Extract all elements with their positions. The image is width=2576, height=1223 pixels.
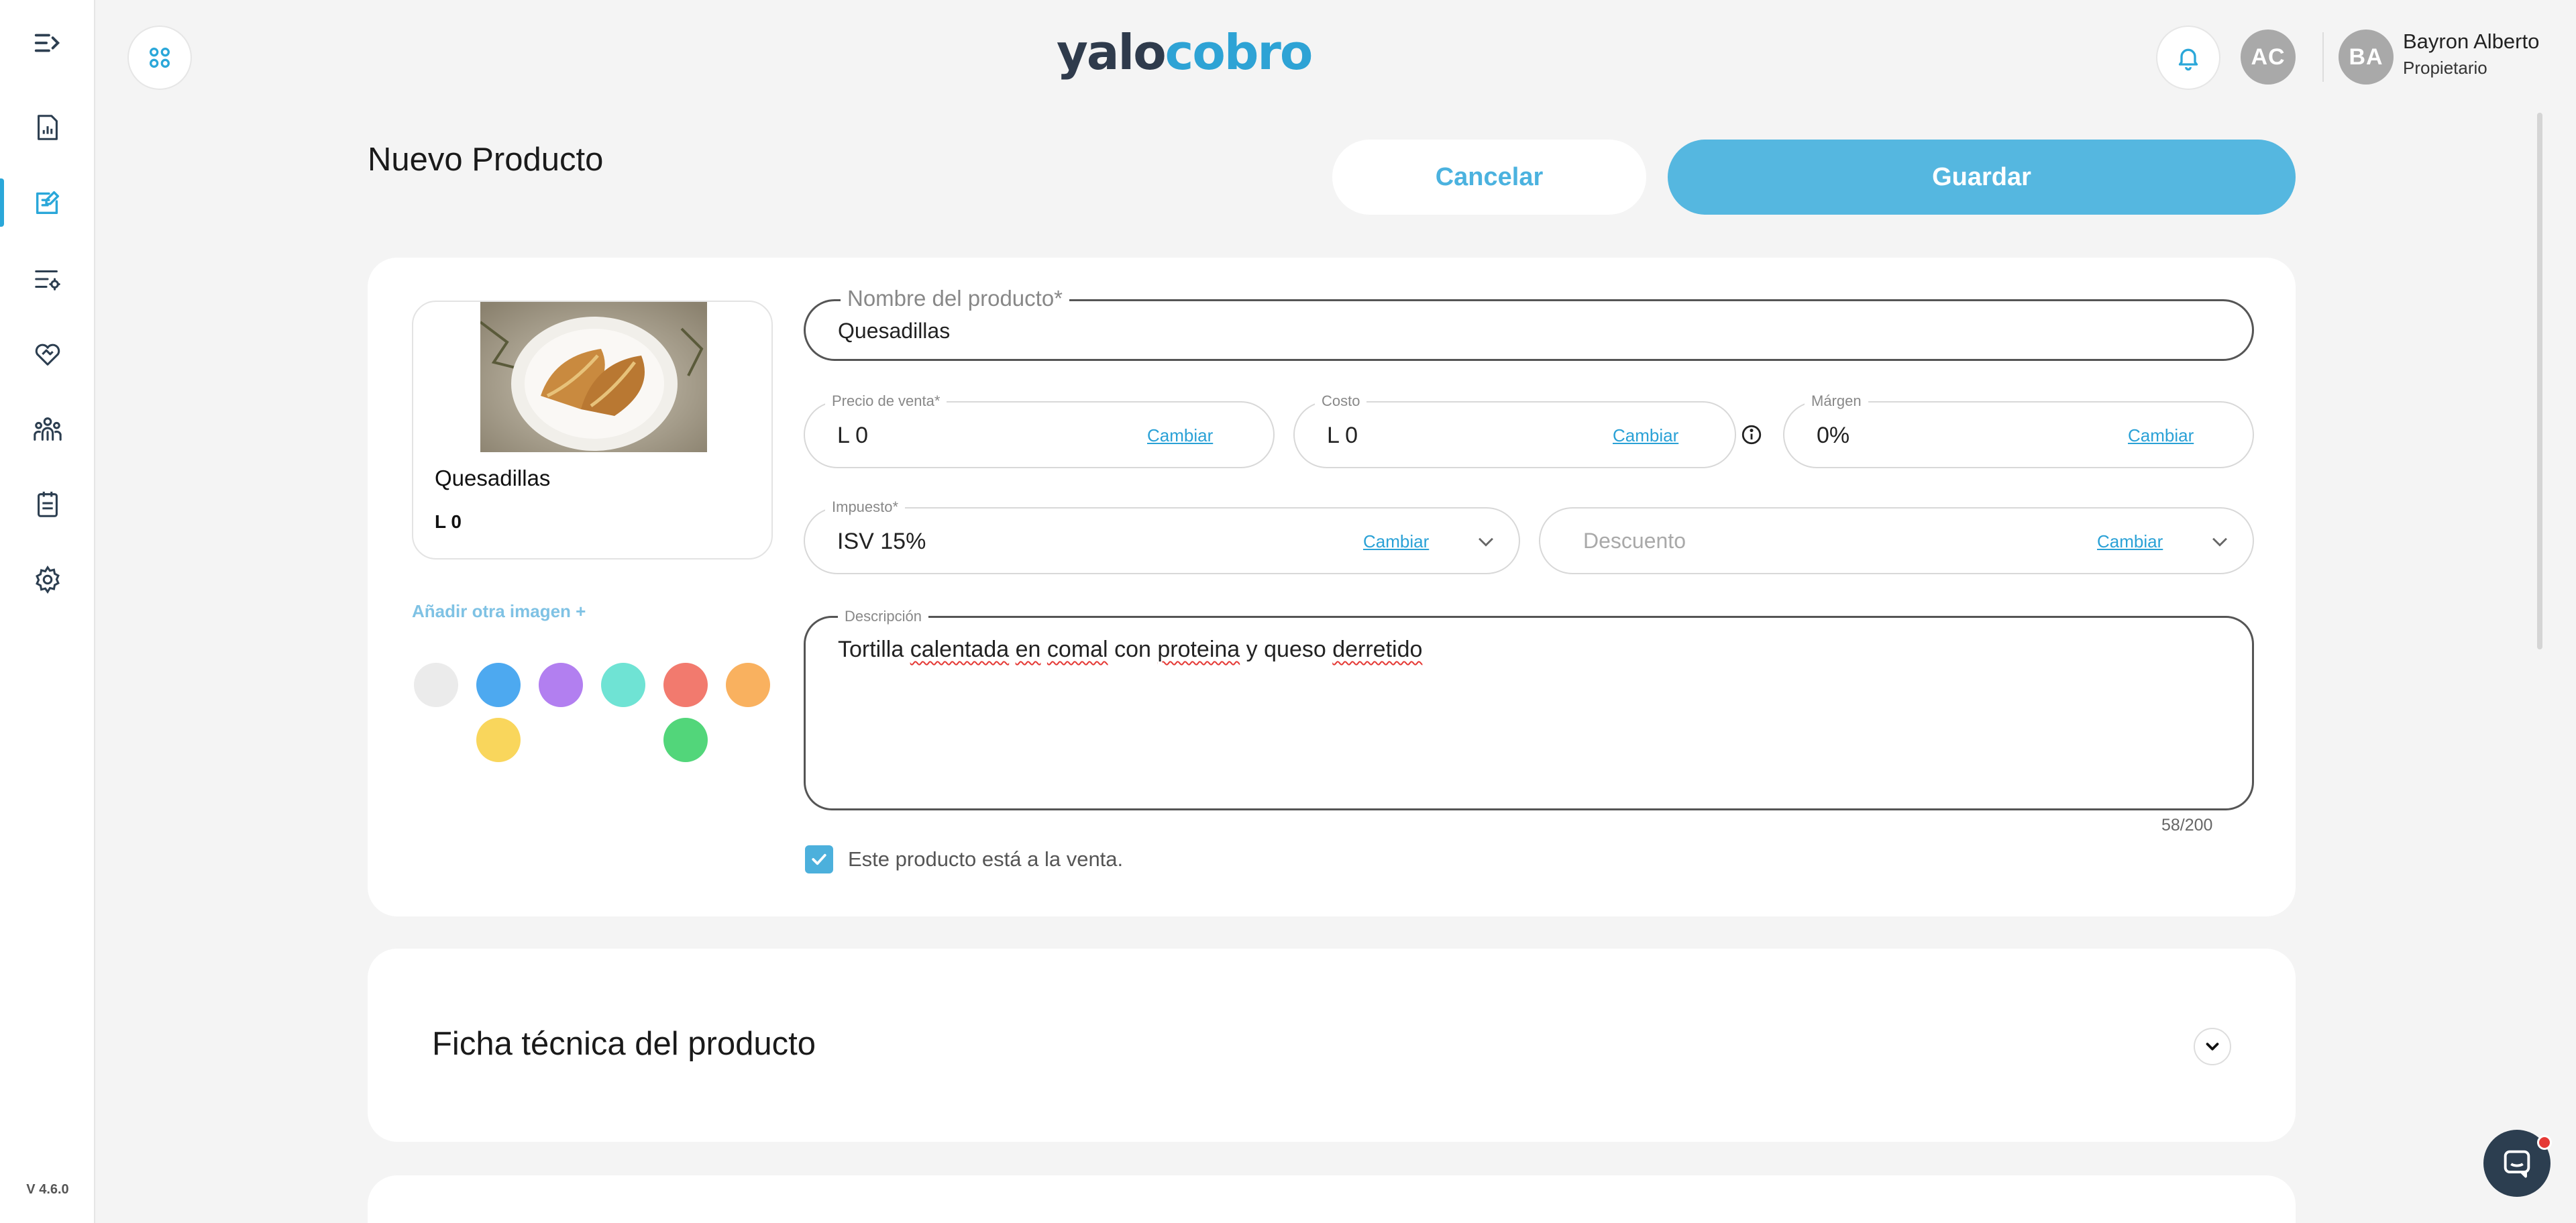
chat-icon: [2504, 1150, 2530, 1178]
color-swatch[interactable]: [726, 663, 770, 707]
color-swatch[interactable]: [601, 663, 645, 707]
sidebar-item-settings[interactable]: [0, 553, 95, 606]
sidebar: V 4.6.0: [0, 0, 95, 1223]
sale-price-change-link[interactable]: Cambiar: [1147, 425, 1213, 446]
sidebar-item-partners[interactable]: [0, 327, 95, 381]
sale-price-field[interactable]: Precio de venta* L 0 Cambiar: [804, 392, 1275, 468]
cost-label: Costo: [1315, 392, 1367, 411]
color-swatch[interactable]: [476, 718, 521, 762]
on-sale-label[interactable]: Este producto está a la venta.: [848, 845, 1123, 873]
desc-word: y: [1246, 637, 1258, 662]
save-button[interactable]: Guardar: [1668, 140, 2296, 215]
cancel-button[interactable]: Cancelar: [1332, 140, 1646, 215]
margin-change-link[interactable]: Cambiar: [2128, 425, 2194, 446]
color-swatch[interactable]: [539, 663, 583, 707]
preview-product-name: Quesadillas: [435, 466, 551, 490]
technical-sheet-title: Ficha técnica del producto: [432, 1026, 816, 1062]
apps-button[interactable]: [127, 25, 192, 90]
avatar-user[interactable]: BA: [2339, 30, 2394, 85]
tax-field[interactable]: Impuesto* ISV 15% Cambiar: [804, 498, 1520, 574]
discount-field[interactable]: Descuento Cambiar: [1539, 507, 2254, 574]
sale-price-label: Precio de venta*: [825, 392, 947, 411]
next-section-card: [368, 1175, 2296, 1223]
chevron-down-icon: [2206, 1043, 2219, 1051]
sidebar-item-reports[interactable]: [0, 101, 95, 154]
sidebar-item-products[interactable]: [0, 176, 95, 229]
apps-grid-icon: [150, 48, 170, 68]
desc-word: derretido: [1332, 637, 1423, 662]
tax-label: Impuesto*: [825, 498, 906, 517]
product-photo[interactable]: [480, 302, 707, 452]
avatar-ac[interactable]: AC: [2241, 30, 2296, 85]
color-swatch[interactable]: [414, 663, 458, 707]
chevron-down-icon[interactable]: [1474, 530, 1497, 553]
version-label: V 4.6.0: [26, 1182, 69, 1197]
edit-document-icon: [36, 191, 60, 215]
desc-word: en: [1015, 637, 1041, 662]
description-label: Descripción: [838, 607, 928, 626]
user-name[interactable]: Bayron Alberto: [2403, 30, 2539, 54]
preview-product-price: L 0: [435, 511, 462, 532]
desc-word: proteina: [1157, 637, 1240, 662]
add-image-link[interactable]: Añadir otra imagen +: [412, 601, 586, 622]
page-title: Nuevo Producto: [368, 142, 604, 178]
bell-icon: [2178, 48, 2198, 71]
on-sale-checkbox[interactable]: [805, 845, 833, 873]
desc-word: Tortilla: [838, 637, 904, 662]
logo-part-1: yalo: [1057, 24, 1167, 81]
sale-price-value: L 0: [837, 423, 869, 448]
menu-collapse-button[interactable]: [0, 16, 95, 70]
cost-field[interactable]: Costo L 0 Cambiar: [1293, 392, 1736, 468]
color-swatch[interactable]: [663, 663, 708, 707]
color-swatch[interactable]: [663, 718, 708, 762]
discount-placeholder: Descuento: [1583, 529, 1686, 553]
chevron-down-icon[interactable]: [2208, 530, 2231, 553]
notifications-button[interactable]: [2156, 25, 2220, 90]
sidebar-item-settings-list[interactable]: [0, 252, 95, 306]
product-name-label: Nombre del producto*: [841, 285, 1070, 312]
check-icon: [812, 853, 826, 865]
discount-change-link[interactable]: Cambiar: [2097, 531, 2163, 552]
handshake-icon: [35, 343, 60, 366]
tax-change-link[interactable]: Cambiar: [1363, 531, 1429, 552]
info-icon[interactable]: [1740, 423, 1763, 446]
sidebar-item-users[interactable]: [0, 403, 95, 456]
chat-notification-dot: [2537, 1135, 2552, 1150]
sidebar-item-tasks[interactable]: [0, 478, 95, 531]
page-scrollbar[interactable]: [2537, 113, 2542, 649]
description-field[interactable]: Descripción Tortilla calentada en comal …: [804, 607, 2254, 810]
description-text[interactable]: Tortilla calentada en comal con proteina…: [838, 637, 1422, 663]
report-chart-icon: [38, 115, 58, 140]
technical-sheet-toggle[interactable]: [2194, 1028, 2231, 1065]
list-settings-icon: [35, 270, 60, 290]
users-group-icon: [34, 417, 62, 441]
product-preview-card: Quesadillas L 0: [412, 301, 773, 560]
user-role: Propietario: [2403, 58, 2487, 78]
description-counter: 58/200: [2161, 816, 2213, 835]
desc-word: comal: [1046, 637, 1108, 662]
clipboard-list-icon: [38, 491, 58, 517]
margin-value: 0%: [1817, 423, 1850, 448]
desc-word: calentada: [910, 637, 1010, 662]
app-logo: yalocobro: [1057, 19, 1313, 86]
menu-collapse-icon: [34, 34, 60, 52]
product-name-field[interactable]: Nombre del producto* Quesadillas: [804, 285, 2254, 361]
tax-value: ISV 15%: [837, 529, 926, 554]
color-swatch[interactable]: [476, 663, 521, 707]
margin-label: Márgen: [1805, 392, 1868, 411]
desc-word: queso: [1264, 637, 1326, 662]
gear-icon: [36, 565, 60, 594]
product-name-value[interactable]: Quesadillas: [838, 319, 950, 343]
cost-value: L 0: [1327, 423, 1358, 448]
desc-word: con: [1114, 637, 1151, 662]
margin-field[interactable]: Márgen 0% Cambiar: [1783, 392, 2254, 468]
logo-part-2: cobro: [1165, 24, 1313, 81]
cost-change-link[interactable]: Cambiar: [1613, 425, 1678, 446]
header-divider: [2322, 32, 2324, 82]
